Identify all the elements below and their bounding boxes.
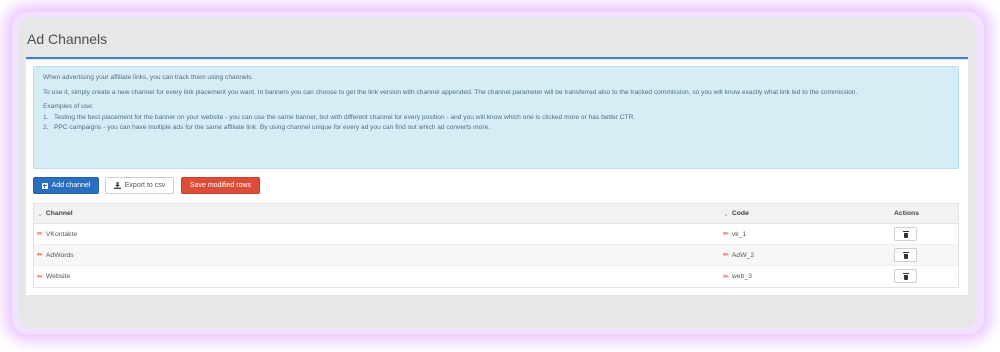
trash-icon [902,272,909,280]
delete-button[interactable] [894,248,917,262]
code-cell[interactable]: ✏ web_3 [723,266,752,287]
table-row: ✏ AdWords ✏ AdW_2 [34,245,958,266]
info-examples-heading: Examples of use: [43,103,94,110]
add-channel-button[interactable]: Add channel [33,177,99,194]
column-header-channel[interactable]: ⌄ Channel [37,204,73,223]
export-csv-button[interactable]: Export to csv [105,177,174,194]
table-header: ⌄ Channel ⌄ Code Actions [34,204,958,224]
info-intro: When advertising your affiliate links, y… [43,74,254,81]
pencil-icon: ✏ [723,273,729,281]
save-modified-rows-label: Save modified rows [189,182,252,189]
sort-chevron-icon: ⌄ [723,210,729,218]
download-icon [113,182,121,189]
channel-cell[interactable]: ✏ Website [37,266,70,287]
channel-cell[interactable]: ✏ VKontakte [37,224,77,244]
page-title: Ad Channels [27,31,108,47]
code-cell[interactable]: ✏ AdW_2 [723,245,754,265]
channel-cell[interactable]: ✏ AdWords [37,245,74,265]
delete-button[interactable] [894,227,917,241]
title-divider [26,57,968,59]
pencil-icon: ✏ [723,252,729,259]
info-alert: When advertising your affiliate links, y… [33,66,959,169]
examples-list: 1. Testing the best placement for the ban… [43,113,949,133]
table-row: ✏ Website ✏ web_3 [34,266,958,287]
column-header-code[interactable]: ⌄ Code [723,204,749,223]
trash-icon [902,230,909,238]
column-header-actions: Actions [894,210,919,217]
pencil-icon: ✏ [723,231,729,238]
content-panel: When advertising your affiliate links, y… [26,60,968,295]
channels-table: ⌄ Channel ⌄ Code Actions ✏ VKontakte ✏ v… [33,203,959,288]
example-item: 2. PPC campaigns - you can have multiple … [43,124,491,131]
pencil-icon: ✏ [37,273,43,281]
plus-icon [41,182,48,189]
app-window: Ad Channels When advertising your affili… [18,17,976,328]
sort-chevron-icon: ⌄ [37,210,43,218]
trash-icon [902,251,909,259]
delete-button[interactable] [894,269,917,283]
save-modified-rows-button[interactable]: Save modified rows [181,177,260,194]
add-channel-label: Add channel [51,182,91,189]
pencil-icon: ✏ [37,231,43,238]
export-csv-label: Export to csv [124,182,166,189]
pencil-icon: ✏ [37,252,43,259]
code-cell[interactable]: ✏ vk_1 [723,224,746,244]
table-row: ✏ VKontakte ✏ vk_1 [34,224,958,245]
example-item: 1. Testing the best placement for the ban… [43,114,636,121]
info-usage: To use it, simply create a new channel f… [43,88,858,96]
